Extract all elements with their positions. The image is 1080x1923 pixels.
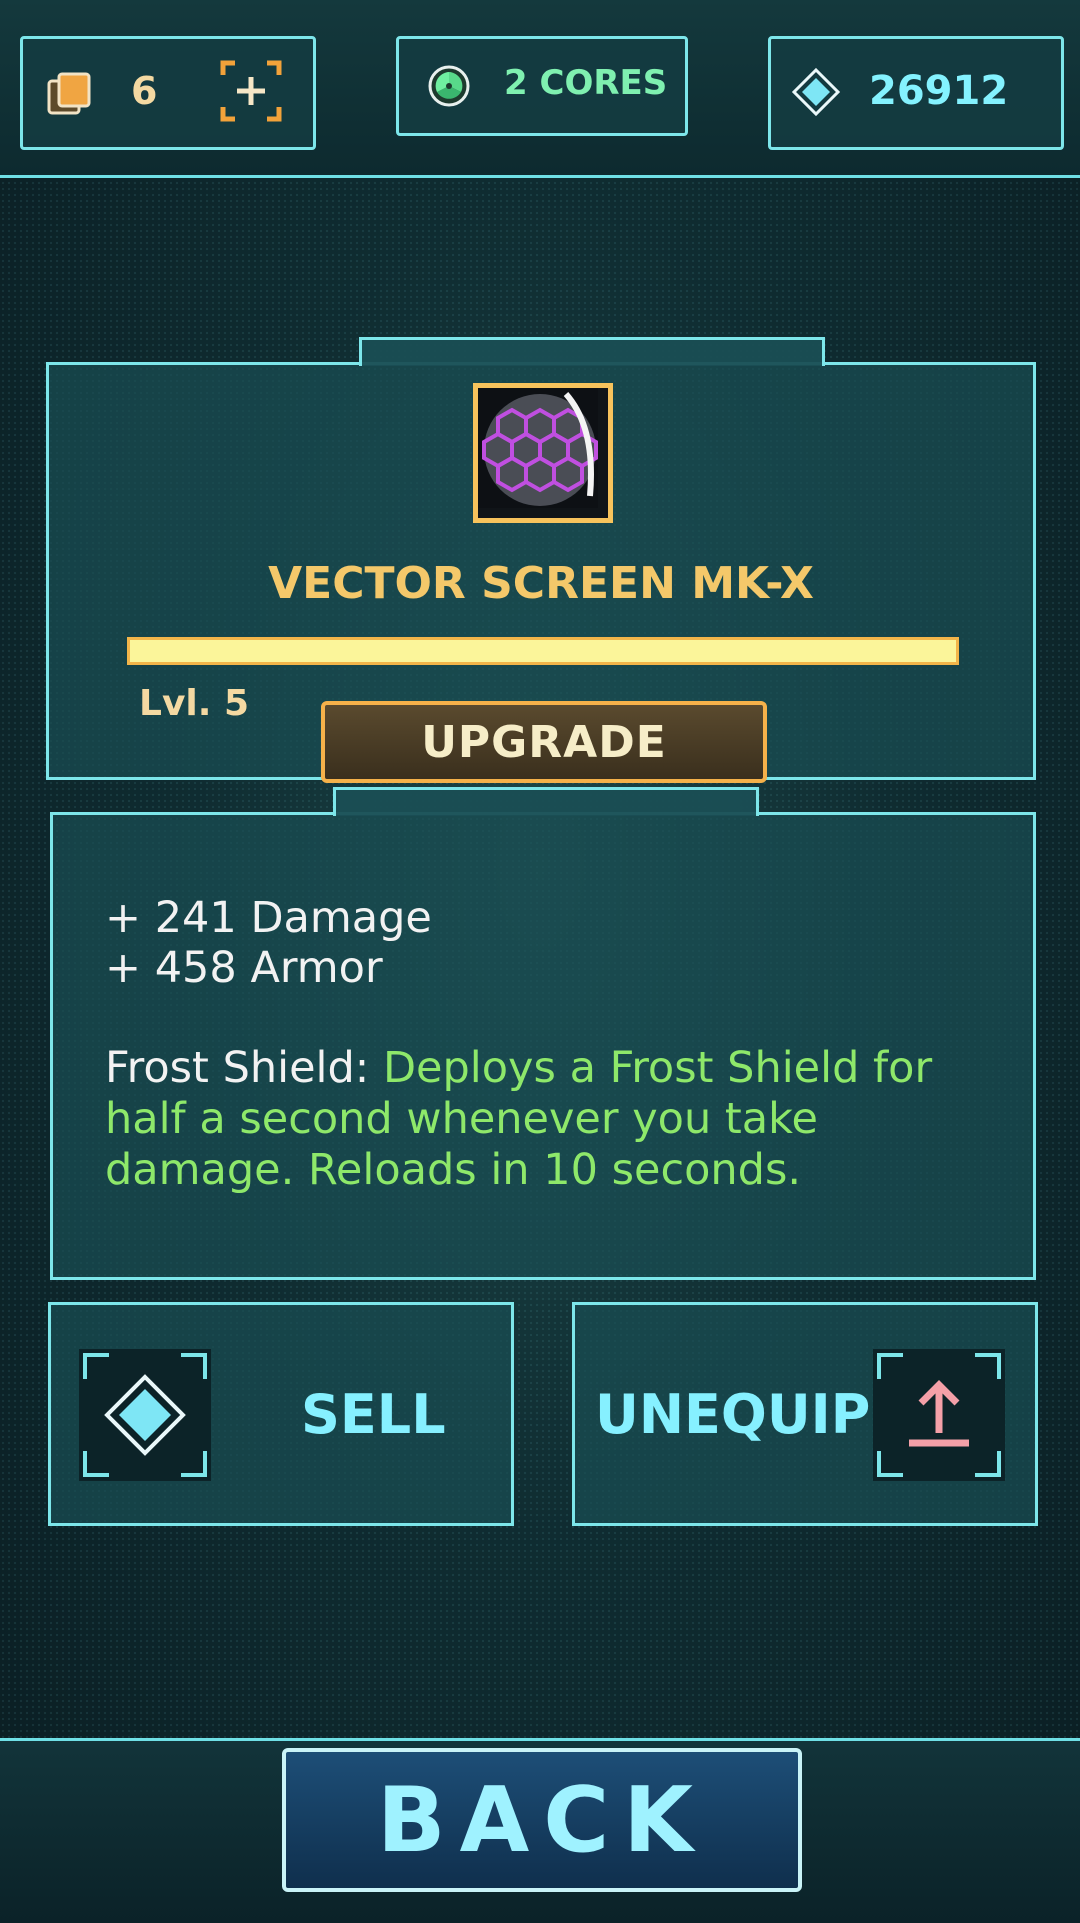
hex-shield-icon <box>478 388 598 508</box>
core-icon <box>428 65 470 107</box>
top-bar: 6 2 CORES 26912 <box>0 0 1080 178</box>
add-cards-icon[interactable] <box>219 59 283 123</box>
xp-progress-fill <box>130 640 956 662</box>
stats-panel: + 241 Damage + 458 Armor Frost Shield: D… <box>50 787 1036 1280</box>
unequip-button[interactable]: UNEQUIP <box>572 1302 1038 1526</box>
ability-name: Frost Shield: <box>105 1043 383 1093</box>
upload-icon <box>877 1353 1001 1477</box>
unequip-label: UNEQUIP <box>595 1383 871 1446</box>
ability-description: Frost Shield: Deploys a Frost Shield for… <box>105 1043 985 1196</box>
item-name: VECTOR SCREEN MK-X <box>268 558 814 609</box>
back-button[interactable]: BACK <box>282 1748 802 1892</box>
panel-tab <box>333 787 759 816</box>
panel-tab <box>359 337 825 366</box>
upgrade-button[interactable]: UPGRADE <box>321 701 767 783</box>
sell-icon-box <box>79 1349 211 1481</box>
item-icon <box>473 383 613 523</box>
armor-stat: + 458 Armor <box>105 943 383 993</box>
sell-button[interactable]: SELL <box>48 1302 514 1526</box>
xp-progress-bar <box>127 637 959 665</box>
cards-icon <box>47 72 91 115</box>
diamond-icon <box>791 67 841 117</box>
item-level: Lvl. 5 <box>139 683 250 724</box>
cards-counter: 6 <box>20 36 316 150</box>
diamond-icon <box>83 1353 207 1477</box>
gems-counter: 26912 <box>768 36 1064 150</box>
unequip-icon-box <box>873 1349 1005 1481</box>
damage-stat: + 241 Damage <box>105 893 432 943</box>
gems-count: 26912 <box>869 68 1009 114</box>
sell-label: SELL <box>301 1383 446 1446</box>
cards-count: 6 <box>131 69 158 113</box>
cores-counter: 2 CORES <box>396 36 688 136</box>
cores-count: 2 CORES <box>504 63 668 103</box>
item-panel: VECTOR SCREEN MK-X Lvl. 5 UPGRADE <box>46 337 1036 783</box>
